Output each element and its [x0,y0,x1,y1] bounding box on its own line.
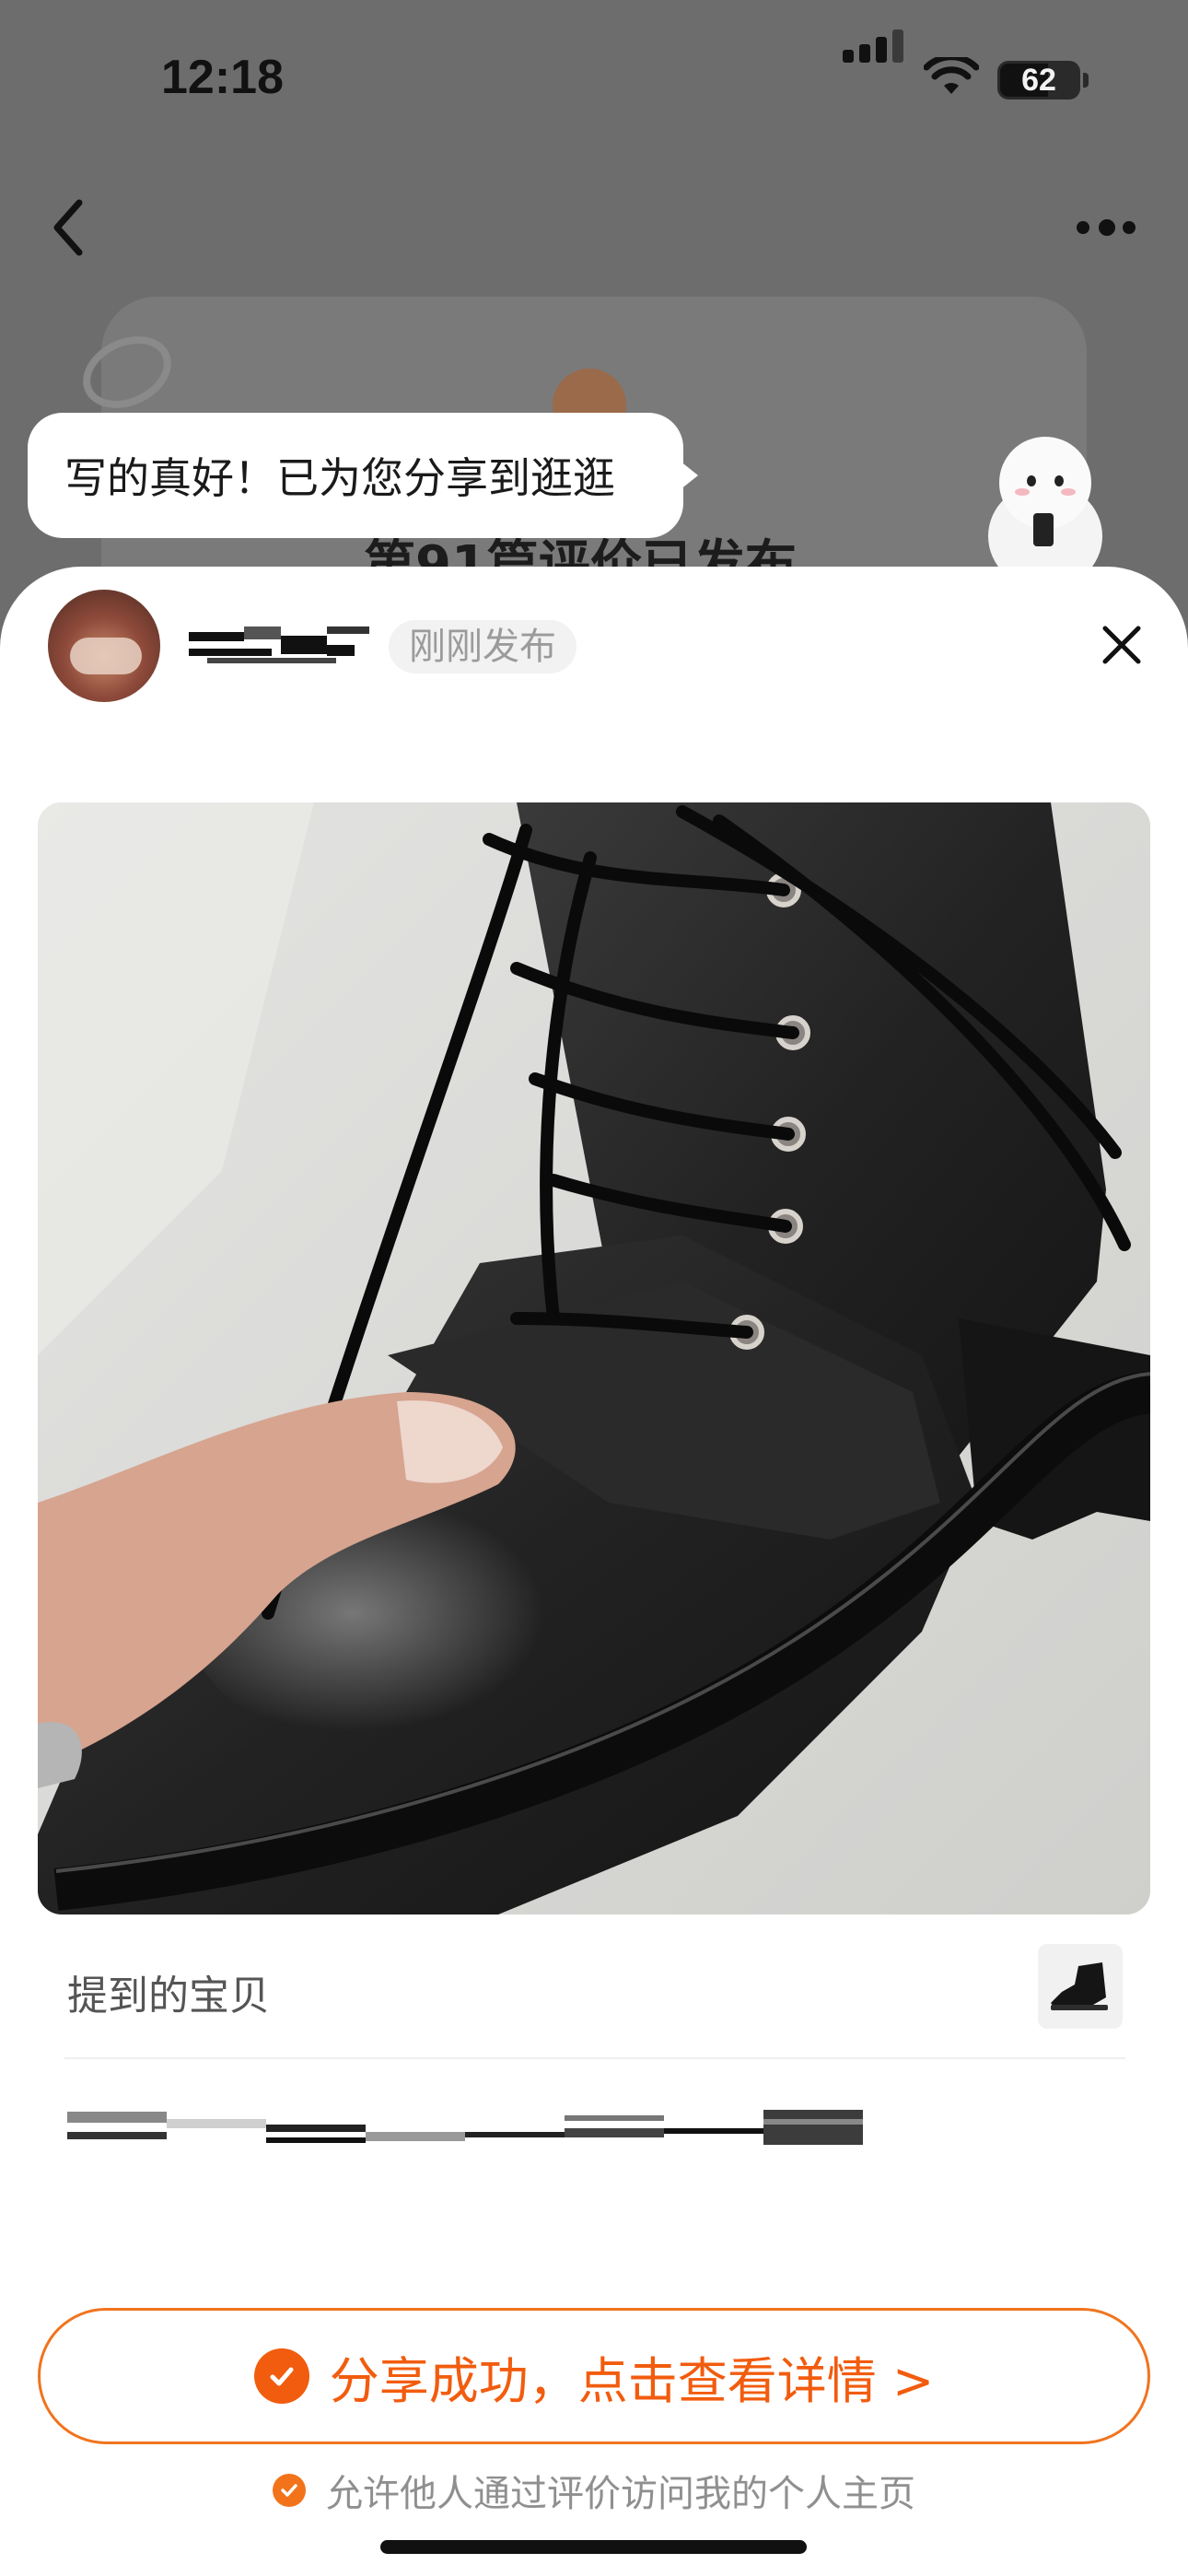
view-details-button[interactable]: 分享成功，点击查看详情 > [38,2308,1150,2444]
avatar[interactable] [48,590,160,702]
battery-level: 62 [1021,63,1056,98]
view-details-label: 分享成功，点击查看详情 > [329,2351,935,2410]
boot-photo[interactable] [38,802,1150,1914]
status-time: 12:18 [161,51,284,104]
share-toast: 写的真好！已为您分享到逛逛 [28,413,683,538]
profile-access-label: 允许他人通过评价访问我的个人主页 [326,2473,915,2515]
battery-nub [1083,73,1089,88]
divider [64,2057,1125,2059]
username-redacted [189,626,373,665]
toast-tail [680,461,698,490]
wifi-icon [924,57,979,94]
home-indicator [380,2540,807,2554]
boot-thumbnail-image [1051,1962,1108,2010]
check-circle-icon[interactable] [273,2474,306,2507]
profile-access-toggle[interactable]: 允许他人通过评价访问我的个人主页 [0,2460,1188,2521]
time-badge: 刚刚发布 [389,620,577,673]
review-text-redacted [67,2110,865,2154]
toast-text: 写的真好！已为您分享到逛逛 [64,453,615,503]
check-circle-icon [253,2348,309,2404]
mentioned-items-label: 提到的宝贝 [67,1973,270,2020]
mascot-icon [988,437,1102,582]
status-bar: 12:18 62 [0,0,1188,157]
battery-icon: 62 [997,61,1080,100]
more-dots-icon[interactable] [1073,212,1137,240]
boot-photo-illustration [38,802,1150,1914]
close-icon[interactable] [1096,619,1147,671]
boot-thumbnail[interactable] [1038,1944,1123,2029]
chevron-left-icon[interactable] [46,195,92,260]
